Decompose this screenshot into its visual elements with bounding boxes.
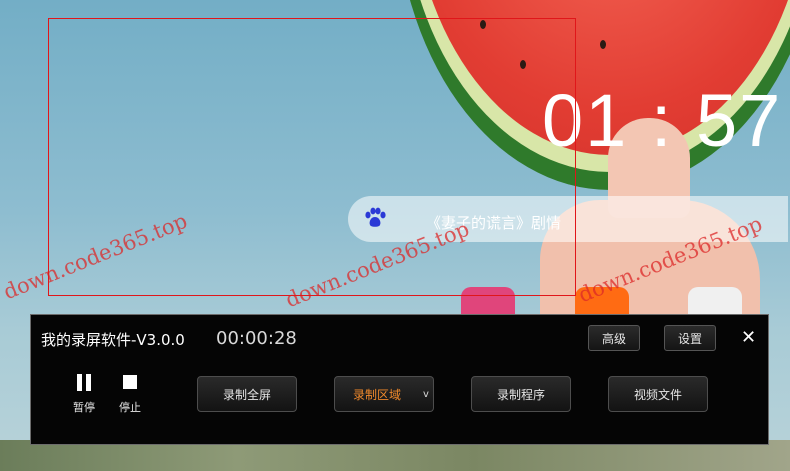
desktop-clock: 01 : 57 bbox=[542, 79, 783, 162]
recording-region-frame[interactable] bbox=[48, 18, 576, 296]
video-files-button[interactable]: 视频文件 bbox=[608, 376, 708, 412]
stop-label: 停止 bbox=[119, 401, 141, 414]
recording-timer: 00:00:28 bbox=[216, 328, 297, 349]
pause-icon bbox=[64, 367, 104, 397]
close-icon[interactable]: ✕ bbox=[741, 327, 756, 348]
region-dropdown-button[interactable]: v bbox=[419, 376, 434, 412]
stop-button[interactable]: 停止 bbox=[110, 367, 150, 415]
record-fullscreen-button[interactable]: 录制全屏 bbox=[197, 376, 297, 412]
pause-button[interactable]: 暂停 bbox=[64, 367, 104, 415]
settings-button[interactable]: 设置 bbox=[664, 325, 716, 351]
stop-icon bbox=[110, 367, 150, 397]
record-region-button[interactable]: 录制区域 bbox=[334, 376, 420, 412]
record-program-button[interactable]: 录制程序 bbox=[471, 376, 571, 412]
recorder-toolbar: 我的录屏软件-V3.0.0 00:00:28 高级 设置 ✕ 暂停 停止 录制全… bbox=[30, 314, 769, 445]
app-icon-white[interactable] bbox=[688, 287, 742, 317]
watermelon-seed bbox=[600, 40, 606, 49]
advanced-button[interactable]: 高级 bbox=[588, 325, 640, 351]
app-title: 我的录屏软件-V3.0.0 bbox=[41, 331, 185, 349]
pause-label: 暂停 bbox=[73, 401, 95, 414]
